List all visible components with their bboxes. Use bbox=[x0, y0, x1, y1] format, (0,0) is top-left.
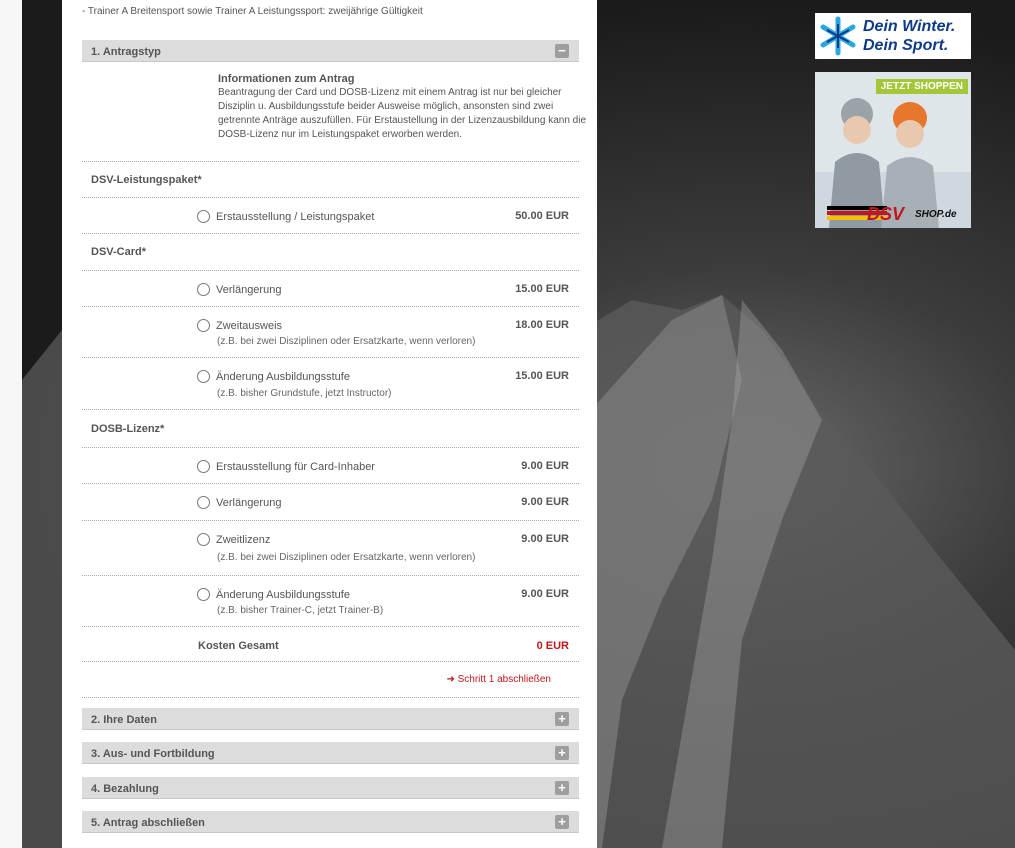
section-header-antrag-abschliessen[interactable]: 5. Antrag abschließen + bbox=[82, 811, 579, 833]
snowflake-icon bbox=[820, 16, 856, 56]
option-label: Erstausstellung / Leistungspaket bbox=[216, 211, 375, 223]
option-label: Verlängerung bbox=[216, 284, 282, 296]
section-header-ihre-daten[interactable]: 2. Ihre Daten + bbox=[82, 708, 579, 730]
option-price: 15.00 EUR bbox=[515, 283, 569, 295]
section-title: 1. Antragstyp bbox=[91, 46, 161, 58]
section-title: 2. Ihre Daten bbox=[91, 714, 158, 726]
group-header-leistungspaket: DSV-Leistungspaket* bbox=[82, 162, 579, 198]
option-row-c2[interactable]: Zweitausweis (z.B. bei zwei Disziplinen … bbox=[82, 307, 579, 358]
option-hint: (z.B. bei zwei Disziplinen oder Ersatzka… bbox=[217, 552, 476, 563]
option-label: Änderung Ausbildungsstufe bbox=[216, 589, 350, 601]
option-row-l1[interactable]: Erstausstellung für Card-Inhaber 9.00 EU… bbox=[82, 448, 579, 484]
banner-line-2: Dein Sport. bbox=[863, 37, 949, 54]
section-title: 3. Aus- und Fortbildung bbox=[91, 748, 215, 760]
total-value: 0 EUR bbox=[536, 640, 569, 652]
radio-button[interactable] bbox=[197, 588, 210, 601]
option-price: 9.00 EUR bbox=[521, 588, 569, 600]
radio-button[interactable] bbox=[197, 370, 210, 383]
option-hint: (z.B. bisher Grundstufe, jetzt Instructo… bbox=[217, 388, 392, 399]
section-header-antragstyp[interactable]: 1. Antragstyp − bbox=[82, 40, 579, 62]
dsv-shop-banner[interactable]: JETZT SHOPPEN DSV SHOP.de bbox=[815, 72, 971, 228]
radio-button[interactable] bbox=[197, 319, 210, 332]
section-header-aus-fortbildung[interactable]: 3. Aus- und Fortbildung + bbox=[82, 742, 579, 764]
option-label: Erstausstellung für Card-Inhaber bbox=[216, 461, 375, 473]
step-link-row: ➜ Schritt 1 abschließen bbox=[82, 662, 579, 698]
expand-icon[interactable]: + bbox=[555, 815, 569, 829]
info-text: Beantragung der Card und DOSB-Lizenz mit… bbox=[218, 87, 587, 140]
total-row: Kosten Gesamt 0 EUR bbox=[82, 627, 579, 662]
option-row-l4[interactable]: Änderung Ausbildungsstufe (z.B. bisher T… bbox=[82, 576, 579, 627]
option-price: 9.00 EUR bbox=[521, 496, 569, 508]
dsv-shop-logo: DSV SHOP.de bbox=[827, 204, 971, 226]
radio-button[interactable] bbox=[197, 460, 210, 473]
radio-button[interactable] bbox=[197, 496, 210, 509]
option-hint: (z.B. bisher Trainer-C, jetzt Trainer-B) bbox=[217, 605, 384, 616]
expand-icon[interactable]: + bbox=[555, 781, 569, 795]
complete-step-1-link[interactable]: ➜ Schritt 1 abschließen bbox=[446, 674, 551, 685]
group-label: DOSB-Lizenz* bbox=[91, 423, 165, 435]
group-header-card: DSV-Card* bbox=[82, 234, 579, 271]
radio-button[interactable] bbox=[197, 283, 210, 296]
collapse-icon[interactable]: − bbox=[555, 44, 569, 58]
option-hint: (z.B. bei zwei Disziplinen oder Ersatzka… bbox=[217, 336, 476, 347]
option-label: Zweitlizenz bbox=[216, 534, 271, 546]
validity-note: - Trainer A Breitensport sowie Trainer A… bbox=[82, 6, 423, 17]
info-title: Informationen zum Antrag bbox=[218, 73, 355, 85]
option-row-c1[interactable]: Verlängerung 15.00 EUR bbox=[82, 271, 579, 307]
option-label: Zweitausweis bbox=[216, 320, 283, 332]
section-title: 4. Bezahlung bbox=[91, 783, 159, 795]
option-row-lp1[interactable]: Erstausstellung / Leistungspaket 50.00 E… bbox=[82, 198, 579, 234]
option-price: 18.00 EUR bbox=[515, 319, 569, 331]
option-price: 50.00 EUR bbox=[515, 210, 569, 222]
group-label: DSV-Card* bbox=[91, 246, 147, 258]
option-price: 9.00 EUR bbox=[521, 460, 569, 472]
group-header-lizenz: DOSB-Lizenz* bbox=[82, 410, 579, 448]
group-label: DSV-Leistungspaket* bbox=[91, 174, 202, 186]
option-row-l3[interactable]: Zweitlizenz (z.B. bei zwei Disziplinen o… bbox=[82, 521, 579, 576]
total-label: Kosten Gesamt bbox=[198, 640, 279, 652]
expand-icon[interactable]: + bbox=[555, 746, 569, 760]
option-price: 9.00 EUR bbox=[521, 533, 569, 545]
option-label: Änderung Ausbildungsstufe bbox=[216, 371, 350, 383]
radio-button[interactable] bbox=[197, 210, 210, 223]
banner-line-1: Dein Winter. bbox=[863, 18, 956, 35]
option-row-c3[interactable]: Änderung Ausbildungsstufe (z.B. bisher G… bbox=[82, 358, 579, 410]
step-link-label: Schritt 1 abschließen bbox=[457, 674, 551, 685]
radio-button[interactable] bbox=[197, 533, 210, 546]
application-form-panel: - Trainer A Breitensport sowie Trainer A… bbox=[62, 0, 597, 848]
arrow-right-icon: ➜ bbox=[446, 674, 455, 685]
option-label: Verlängerung bbox=[216, 497, 282, 509]
section-title: 5. Antrag abschließen bbox=[91, 817, 205, 829]
option-price: 15.00 EUR bbox=[515, 370, 569, 382]
info-block: Informationen zum Antrag Beantragung der… bbox=[82, 62, 586, 162]
option-row-l2[interactable]: Verlängerung 9.00 EUR bbox=[82, 484, 579, 521]
section-header-bezahlung[interactable]: 4. Bezahlung + bbox=[82, 777, 579, 799]
expand-icon[interactable]: + bbox=[555, 712, 569, 726]
dein-winter-banner[interactable]: Dein Winter. Dein Sport. bbox=[815, 13, 971, 59]
